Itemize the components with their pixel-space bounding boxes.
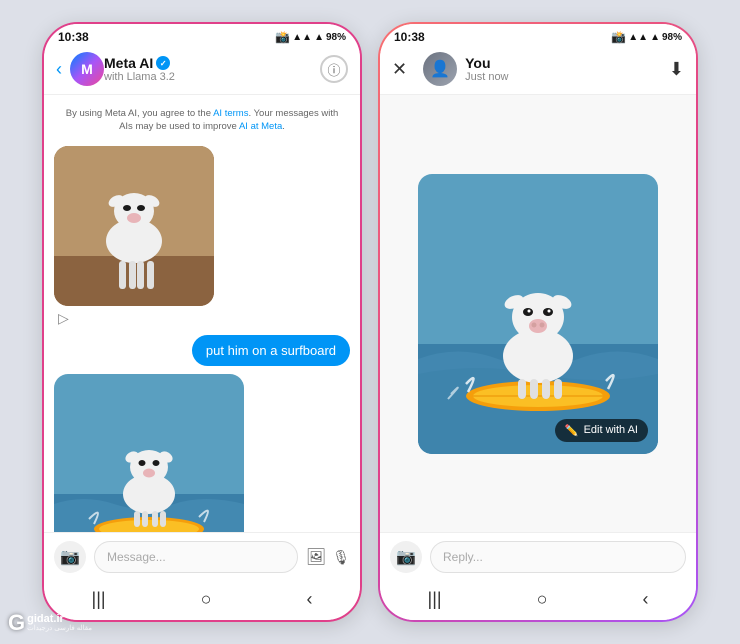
edit-icon: ✏️ [565, 424, 579, 437]
left-status-bar: 10:38 📸 ▲▲ ▲ 98% [44, 24, 360, 46]
goat-standing-image[interactable] [54, 146, 214, 306]
disclaimer-text: By using Meta AI, you agree to the AI te… [54, 103, 350, 138]
back-button[interactable]: ‹ [56, 59, 62, 80]
ai-surfing-image: ▷ [54, 374, 350, 532]
header-info: Meta AI ✓ with Llama 3.2 [104, 55, 320, 83]
watermark-g: G [8, 610, 25, 636]
right-nav-recent-apps[interactable]: ||| [428, 589, 442, 610]
site-watermark: G gidat.ir مقاله فارسی درجیدات [8, 610, 92, 636]
verified-badge: ✓ [156, 56, 170, 70]
reply-input[interactable]: Reply... [430, 541, 686, 573]
right-nav-back[interactable]: ‹ [642, 589, 648, 610]
right-time: 10:38 [394, 30, 425, 44]
right-input-bar: 📷 Reply... [380, 532, 696, 581]
right-nav-bar: ||| ○ ‹ [380, 581, 696, 620]
right-status-icons: 📸 ▲▲ ▲ 98% [611, 30, 682, 44]
instagram-icon-r: 📸 [611, 30, 626, 44]
right-chat-body: ✏️ Edit with AI [380, 95, 696, 532]
nav-home[interactable]: ○ [201, 589, 212, 610]
reply-placeholder: Reply... [443, 550, 483, 564]
left-chat-body[interactable]: By using Meta AI, you agree to the AI te… [44, 95, 360, 532]
user-bubble-message: put him on a surfboard [54, 335, 350, 366]
right-camera-icon: 📷 [396, 547, 416, 567]
right-chat-header: ✕ 👤 You Just now ⬇ [380, 46, 696, 95]
you-avatar: 👤 [423, 52, 457, 86]
camera-button[interactable]: 📷 [54, 541, 86, 573]
wifi-icon: ▲ [314, 32, 324, 43]
nav-back[interactable]: ‹ [306, 589, 312, 610]
right-header-name: You [465, 55, 669, 71]
message-placeholder: Message... [107, 550, 166, 564]
header-sub: with Llama 3.2 [104, 71, 320, 83]
right-status-bar: 10:38 📸 ▲▲ ▲ 98% [380, 24, 696, 46]
left-phone: 10:38 📸 ▲▲ ▲ 98% ‹ M Meta AI ✓ with Llam… [42, 22, 362, 622]
gallery-icon[interactable]: 🖼 [306, 547, 326, 567]
right-nav-home[interactable]: ○ [537, 589, 548, 610]
signal-icon-r: ▲▲ [628, 32, 648, 43]
wifi-icon-r: ▲ [650, 32, 660, 43]
meta-ai-avatar: M [70, 52, 104, 86]
right-header-sub: Just now [465, 71, 669, 83]
large-goat-image[interactable]: ✏️ Edit with AI [418, 174, 658, 454]
right-phone: 10:38 📸 ▲▲ ▲ 98% ✕ 👤 You Just now ⬇ [378, 22, 698, 622]
send-arrow-1: ▷ [58, 310, 69, 327]
screenshot-container: 10:38 📸 ▲▲ ▲ 98% ‹ M Meta AI ✓ with Llam… [0, 0, 740, 644]
edit-label: Edit with AI [584, 424, 638, 436]
edit-with-ai-overlay[interactable]: ✏️ Edit with AI [555, 419, 648, 442]
left-status-icons: 📸 ▲▲ ▲ 98% [275, 30, 346, 44]
battery-icon-r: 98% [662, 32, 682, 43]
message-input[interactable]: Message... [94, 541, 298, 573]
info-button[interactable]: ⓘ [320, 55, 348, 83]
signal-icon: ▲▲ [292, 32, 312, 43]
right-header-info: You Just now [465, 55, 669, 83]
header-name: Meta AI ✓ [104, 55, 320, 71]
left-chat-header: ‹ M Meta AI ✓ with Llama 3.2 ⓘ [44, 46, 360, 95]
surfboard-bubble: put him on a surfboard [192, 335, 350, 366]
ai-image-message: ▷ [54, 146, 350, 327]
instagram-icon: 📸 [275, 30, 290, 44]
camera-icon: 📷 [60, 547, 80, 567]
left-input-bar: 📷 Message... 🖼 🎙 [44, 532, 360, 581]
right-camera-button[interactable]: 📷 [390, 541, 422, 573]
download-button[interactable]: ⬇ [669, 59, 684, 80]
watermark-site: gidat.ir [27, 613, 92, 625]
nav-recent-apps[interactable]: ||| [92, 589, 106, 610]
audio-icon[interactable]: 🎙 [332, 549, 350, 566]
goat-surfing-image[interactable] [54, 374, 244, 532]
watermark-label: مقاله فارسی درجیدات [27, 625, 92, 633]
battery-icon: 98% [326, 32, 346, 43]
close-button[interactable]: ✕ [392, 59, 407, 80]
input-icons: 🖼 🎙 [306, 547, 350, 567]
left-time: 10:38 [58, 30, 89, 44]
